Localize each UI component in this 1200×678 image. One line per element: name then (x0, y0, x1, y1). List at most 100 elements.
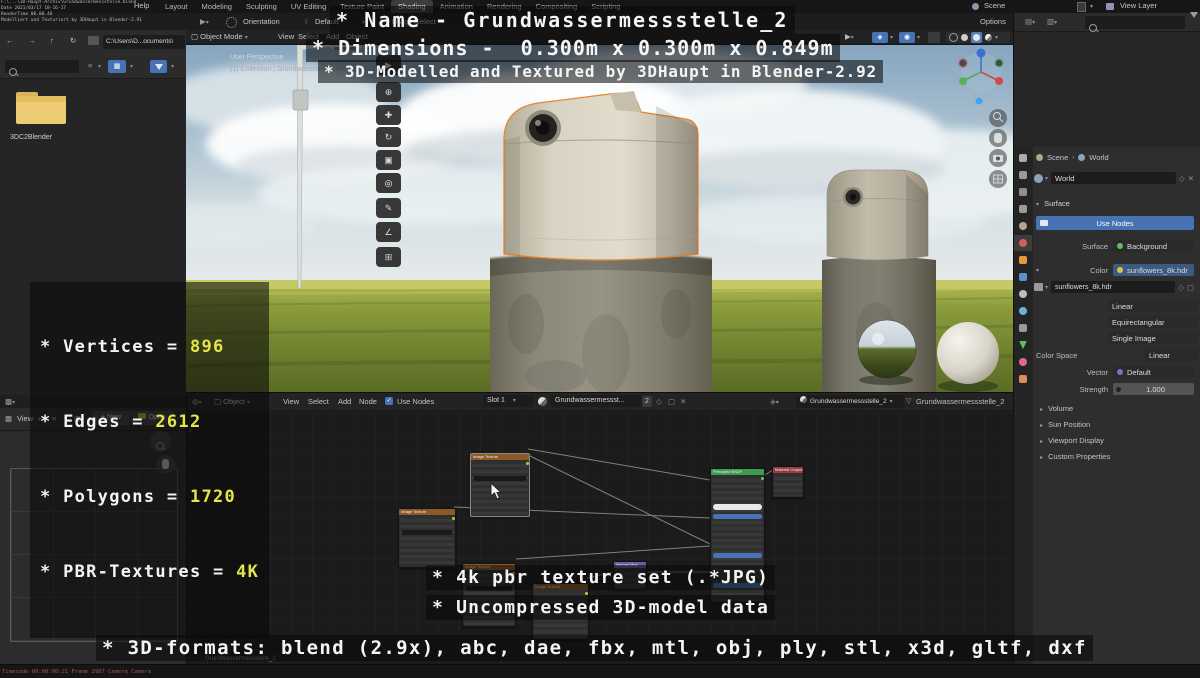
measuring-station-main[interactable] (489, 91, 713, 392)
colorspace-field[interactable]: Linear (1145, 349, 1198, 361)
chevron-down-icon[interactable]: ▾ (98, 63, 101, 70)
properties-tab-object[interactable] (1014, 252, 1032, 268)
rendered-shading-icon[interactable] (985, 33, 992, 41)
material-shading-icon[interactable] (971, 31, 982, 43)
use-nodes-button[interactable]: Use Nodes (1036, 216, 1194, 230)
up-icon[interactable]: ↑ (50, 36, 54, 45)
vector-value-field[interactable]: Default (1113, 366, 1194, 378)
shield-icon[interactable]: ◇ (1179, 174, 1185, 183)
select-tool-icon[interactable]: ▶▾ (845, 32, 854, 41)
tool-transform[interactable]: ◎ (376, 173, 401, 193)
new-image-icon[interactable]: ▢ (1187, 283, 1194, 292)
properties-tab-world[interactable] (1014, 235, 1032, 251)
chevron-down-icon[interactable]: ▾ (995, 34, 998, 41)
file-search-input[interactable] (5, 60, 79, 76)
custom-properties-section[interactable]: ▸ Custom Properties (1040, 452, 1110, 461)
pan-hand-icon[interactable] (994, 133, 1002, 143)
volume-section[interactable]: ▸ Volume (1040, 404, 1073, 413)
unlink-icon[interactable]: ✕ (680, 397, 686, 406)
cursor-tool-icon[interactable]: ▶▾ (200, 17, 209, 26)
properties-tab-particles[interactable] (1014, 286, 1032, 302)
node-material-output[interactable]: Material Output (772, 466, 804, 498)
shield-icon[interactable]: ◇ (1178, 283, 1184, 292)
sun-position-dot[interactable] (975, 97, 983, 105)
folder-item[interactable]: 3DC2Blender (10, 86, 76, 148)
surface-value-field[interactable]: Background (1113, 240, 1194, 252)
properties-tab-data[interactable] (1014, 337, 1032, 353)
overlays-icon[interactable] (928, 31, 940, 43)
properties-tab-render[interactable] (1014, 167, 1032, 183)
new-material-icon[interactable]: ▢ (668, 397, 675, 406)
fake-user-shield-icon[interactable]: ◇ (656, 397, 662, 406)
tab-sculpting[interactable]: Sculpting (239, 0, 284, 13)
filter-icon[interactable] (150, 60, 167, 73)
properties-tab-scene[interactable] (1014, 218, 1032, 234)
options-dropdown[interactable]: Options (980, 17, 1006, 26)
breadcrumb-world[interactable]: World (1089, 153, 1108, 162)
use-nodes-checkbox[interactable]: ✓ (385, 397, 393, 405)
scene-selector[interactable]: Scene (984, 1, 1005, 10)
tool-add-cube[interactable]: ⊞ (376, 247, 401, 267)
snap-icon[interactable]: ◈▾ (770, 397, 779, 406)
properties-tab-tool[interactable] (1014, 150, 1032, 166)
chevron-down-icon[interactable]: ▾ (890, 34, 893, 41)
shader-menu-node[interactable]: Node (359, 397, 377, 406)
tool-rotate[interactable]: ↻ (376, 127, 401, 147)
properties-tab-modifiers[interactable] (1014, 269, 1032, 285)
shader-menu-select[interactable]: Select (308, 397, 329, 406)
mode-dropdown[interactable]: ▢ Object Mode ▾ (191, 32, 248, 41)
tool-measure[interactable]: ∠ (376, 222, 401, 242)
snap-magnet-icon[interactable]: ◈ (872, 31, 888, 43)
breadcrumb-material[interactable]: Grundwassermessstelle_2 ▾ (796, 394, 904, 408)
unlink-icon[interactable]: ✕ (1188, 174, 1194, 183)
material-users-count[interactable]: 2 (642, 395, 652, 407)
color-value-field[interactable]: sunflowers_8k.hdr (1113, 264, 1194, 276)
tab-layout[interactable]: Layout (158, 0, 195, 13)
chevron-down-icon[interactable]: ▾ (917, 34, 920, 41)
editor-type-icon[interactable]: ▩▾ (5, 397, 15, 406)
tool-annotate[interactable]: ✎ (376, 198, 401, 218)
tab-uv-editing[interactable]: UV Editing (284, 0, 333, 13)
source-field[interactable]: Single Image (1108, 332, 1198, 344)
filter-funnel-icon[interactable] (1190, 12, 1198, 36)
viewport-menu-view[interactable]: View (278, 32, 294, 41)
node-canvas[interactable]: › Image Texture Image Text (186, 410, 1013, 665)
material-name-field[interactable]: Grundwassermessst... (551, 395, 643, 407)
properties-tab-view-layer[interactable] (1014, 201, 1032, 217)
refresh-icon[interactable]: ↻ (70, 36, 76, 45)
interpolation-field[interactable]: Linear (1108, 300, 1198, 312)
filter-dropdown-icon[interactable]: ▥▾ (1047, 17, 1057, 26)
breadcrumb-scene[interactable]: Scene (1047, 153, 1068, 162)
display-mode-icon[interactable]: ▤▾ (1025, 17, 1035, 26)
wireframe-shading-icon[interactable] (949, 32, 958, 42)
chevron-down-icon[interactable]: ▾ (130, 63, 133, 70)
properties-tab-output[interactable] (1014, 184, 1032, 200)
image-name-field[interactable]: sunflowers_8k.hdr (1051, 281, 1176, 293)
projection-field[interactable]: Equirectangular (1108, 316, 1198, 328)
properties-tab-physics[interactable] (1014, 303, 1032, 319)
tool-scale[interactable]: ▣ (376, 150, 401, 170)
proportional-edit-icon[interactable]: ◉ (899, 31, 915, 43)
viewport-display-section[interactable]: ▸ Viewport Display (1040, 436, 1104, 445)
tool-move[interactable]: ✚ (376, 105, 401, 125)
surface-panel-header[interactable]: ▾ Surface (1036, 199, 1070, 208)
node-image-texture-2[interactable]: Image Texture (398, 508, 456, 568)
back-icon[interactable]: ← (6, 36, 14, 45)
shader-menu-view[interactable]: View (283, 397, 299, 406)
properties-tab-material[interactable] (1014, 354, 1032, 370)
solid-shading-icon[interactable] (961, 33, 968, 41)
forward-icon[interactable]: → (28, 36, 36, 45)
view-layer-selector[interactable]: View Layer (1120, 1, 1157, 10)
outliner-search-input[interactable] (1085, 15, 1185, 32)
world-name-field[interactable]: World (1051, 172, 1176, 184)
tool-cursor[interactable]: ⊕ (376, 82, 401, 102)
shader-menu-add[interactable]: Add (338, 397, 351, 406)
properties-tab-constraints[interactable] (1014, 320, 1032, 336)
create-folder-icon[interactable] (88, 36, 99, 45)
new-scene-icon[interactable] (1077, 2, 1086, 12)
properties-tab-texture[interactable] (1014, 371, 1032, 387)
thumbnail-view-icon[interactable]: ▦ (108, 60, 126, 73)
chevron-down-icon[interactable]: ▾ (1090, 3, 1093, 10)
sun-position-section[interactable]: ▸ Sun Position (1040, 420, 1090, 429)
strength-slider[interactable]: 1.000 (1113, 383, 1194, 395)
